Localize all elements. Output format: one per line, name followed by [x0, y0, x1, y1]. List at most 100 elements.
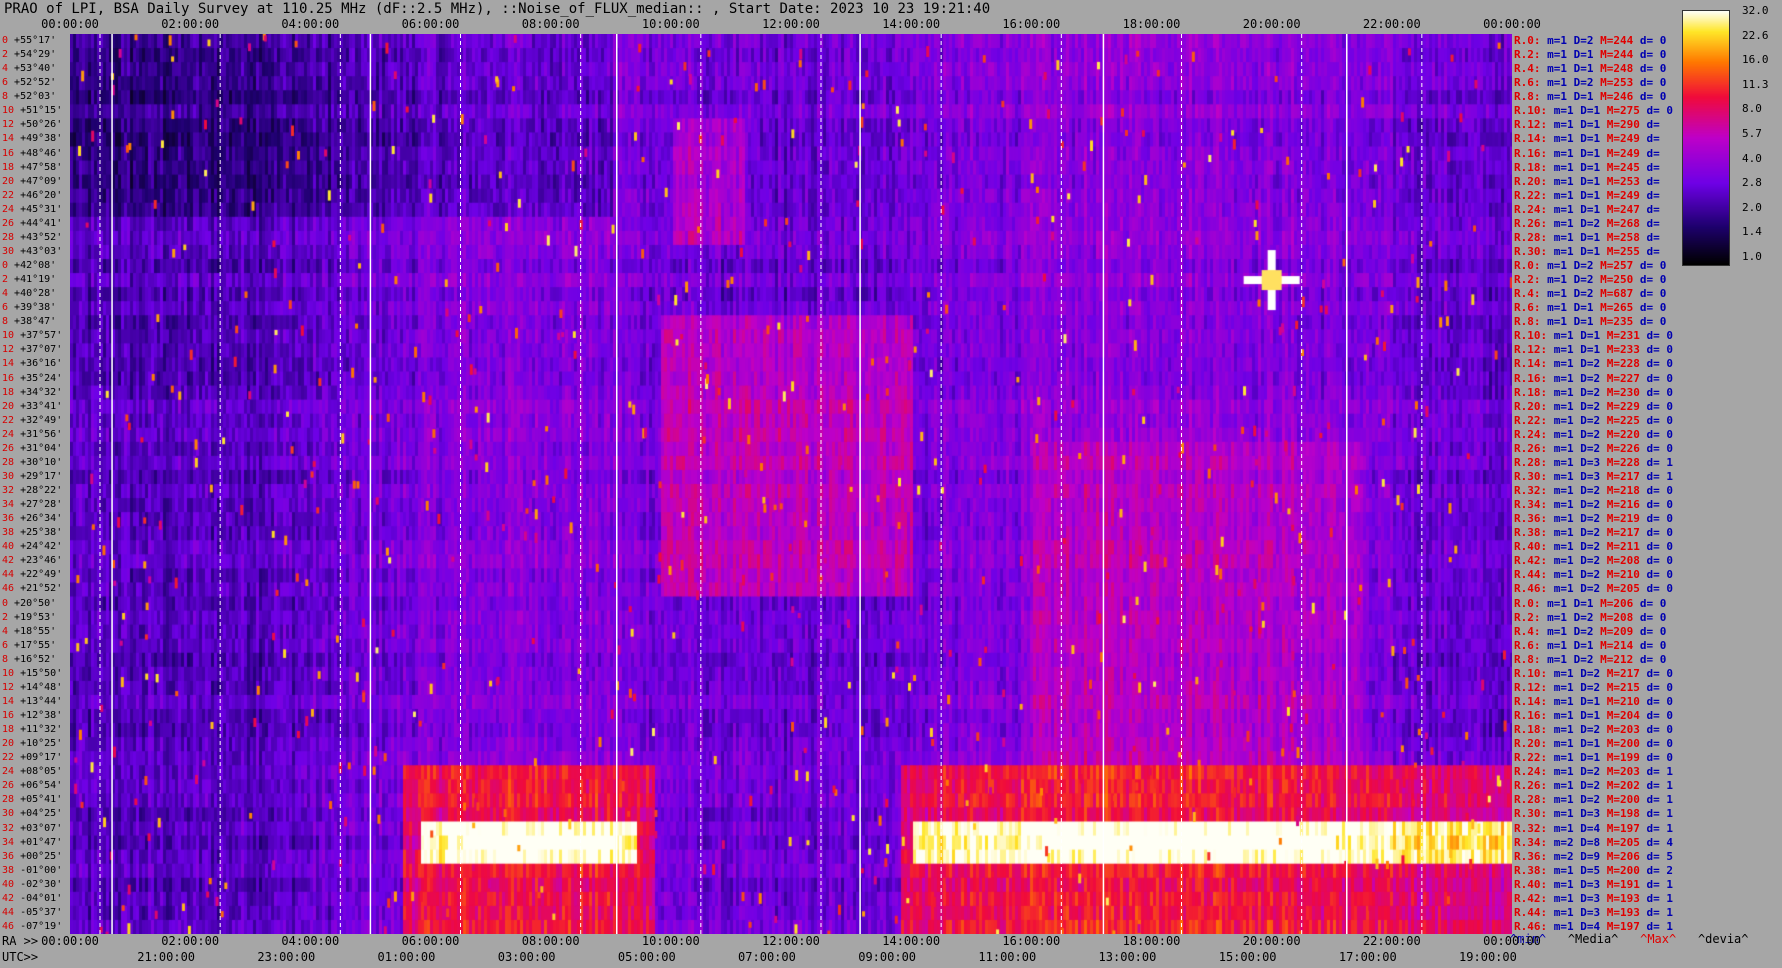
dec-label: 10 +51°15' — [2, 105, 62, 117]
row-index: 24 — [2, 766, 15, 778]
row-declination: +54°29' — [8, 49, 57, 61]
row-declination: +19°53' — [8, 611, 57, 623]
row-index: 18 — [2, 724, 15, 736]
row-declination: +01°47' — [14, 836, 63, 848]
legend-devia: ^devia^ — [1697, 932, 1749, 946]
row-index: 24 — [2, 428, 15, 440]
row-stat: R.14: m=1 D=1 M=210 d= 0 — [1514, 694, 1673, 708]
row-declination: +55°17' — [8, 35, 57, 47]
row-stat: R.22: m=1 D=1 M=249 d= — [1514, 188, 1660, 202]
dec-label: 16 +35°24' — [2, 373, 62, 385]
row-stat: R.30: m=1 D=3 M=217 d= 1 — [1514, 469, 1673, 483]
row-stat: R.8: m=1 D=1 M=235 d= 0 — [1514, 315, 1667, 329]
utc-axis-tick: 09:00:00 — [858, 950, 917, 964]
row-stat: R.8: m=1 D=1 M=246 d= 0 — [1514, 90, 1667, 104]
utc-axis-tick: 03:00:00 — [497, 950, 556, 964]
row-stat: R.2: m=1 D=1 M=244 d= 0 — [1514, 48, 1667, 62]
row-index: 24 — [2, 203, 15, 215]
dec-label: 38 +25°38' — [2, 527, 62, 539]
row-index: 10 — [2, 105, 15, 117]
row-stat: R.24: m=1 D=2 M=203 d= 1 — [1514, 765, 1673, 779]
dec-label: 20 +47°09' — [2, 176, 62, 188]
dec-label: 26 +44°41' — [2, 218, 62, 230]
dec-label: 24 +31°56' — [2, 429, 62, 441]
row-declination: +47°58' — [14, 161, 63, 173]
colorbar-tick: 32.0 — [1742, 4, 1769, 17]
row-index: 40 — [2, 878, 15, 890]
colorbar-tick: 2.0 — [1742, 200, 1762, 214]
dec-label: 32 +28°22' — [2, 485, 62, 497]
dec-label: 12 +50°26' — [2, 119, 62, 131]
utc-axis-tick: 01:00:00 — [377, 950, 436, 964]
row-declination: +33°41' — [14, 400, 63, 412]
row-declination: +32°49' — [14, 414, 63, 426]
row-stat: R.20: m=1 D=1 M=200 d= 0 — [1514, 737, 1673, 751]
ra-axis-prefix: RA >> — [2, 934, 39, 948]
row-stat: R.42: m=1 D=2 M=208 d= 0 — [1514, 554, 1673, 568]
row-stat: R.4: m=1 D=2 M=687 d= 0 — [1514, 287, 1667, 301]
row-declination: +52°03' — [8, 91, 57, 103]
row-declination: +24°42' — [14, 541, 63, 553]
dec-label: 8 +38°47' — [2, 316, 56, 328]
row-index: 46 — [2, 583, 15, 595]
ra-axis-tick: 18:00:00 — [1122, 934, 1181, 948]
row-declination: +53°40' — [8, 63, 57, 75]
row-declination: +43°52' — [14, 231, 63, 243]
row-stat: R.18: m=1 D=1 M=245 d= — [1514, 160, 1660, 174]
row-index: 26 — [2, 780, 15, 792]
row-declination: +17°55' — [8, 639, 57, 651]
row-stat: R.22: m=1 D=2 M=225 d= 0 — [1514, 413, 1673, 427]
utc-axis-tick: 07:00:00 — [738, 950, 796, 964]
row-index: 12 — [2, 119, 15, 131]
dec-label: 4 +40°28' — [2, 288, 56, 300]
row-stat: R.20: m=1 D=2 M=229 d= 0 — [1514, 399, 1673, 413]
row-declination: +28°22' — [14, 485, 63, 497]
row-index: 32 — [2, 822, 15, 834]
top-axis-tick: 22:00:00 — [1362, 17, 1421, 31]
row-declination: +08°05' — [14, 766, 63, 778]
row-stat: R.10: m=1 D=1 M=275 d= 0 — [1514, 104, 1673, 118]
dec-label: 2 +54°29' — [2, 49, 56, 61]
row-stat: R.18: m=1 D=2 M=230 d= 0 — [1514, 385, 1673, 399]
row-index: 20 — [2, 175, 15, 187]
row-stat: R.34: m=1 D=2 M=216 d= 0 — [1514, 498, 1673, 512]
dec-label: 44 -05°37' — [2, 907, 62, 919]
row-index: 36 — [2, 513, 15, 525]
row-index: 18 — [2, 386, 15, 398]
dec-label: 28 +30°10' — [2, 457, 62, 469]
row-declination: +50°26' — [14, 119, 63, 131]
row-declination: +35°24' — [14, 372, 63, 384]
row-declination: -04°01' — [14, 892, 63, 904]
dec-label: 6 +52°52' — [2, 77, 56, 89]
row-declination: +23°46' — [14, 555, 63, 567]
row-declination: +00°25' — [14, 850, 63, 862]
row-stat: R.14: m=1 D=2 M=228 d= 0 — [1514, 357, 1673, 371]
utc-axis-tick: 05:00:00 — [617, 950, 676, 964]
row-stat: R.4: m=1 D=2 M=209 d= 0 — [1514, 624, 1667, 638]
row-stat: R.12: m=1 D=2 M=215 d= 0 — [1514, 680, 1673, 694]
dec-label: 42 +23°46' — [2, 555, 62, 567]
row-declination: +15°50' — [14, 667, 63, 679]
row-declination: +21°52' — [14, 583, 63, 595]
top-axis-tick: 16:00:00 — [1002, 17, 1061, 31]
row-declination: +41°19' — [8, 274, 57, 286]
row-stat: R.30: m=1 D=1 M=255 d= — [1514, 244, 1660, 258]
row-index: 26 — [2, 442, 15, 454]
dec-label: 12 +14°48' — [2, 682, 62, 694]
row-stat: R.32: m=1 D=2 M=218 d= 0 — [1514, 484, 1673, 498]
row-index: 42 — [2, 892, 15, 904]
top-axis-tick: 00:00:00 — [41, 17, 99, 31]
row-stat: R.10: m=1 D=1 M=231 d= 0 — [1514, 329, 1673, 343]
row-stat: R.14: m=1 D=1 M=249 d= — [1514, 132, 1660, 146]
dec-label: 22 +46°20' — [2, 190, 62, 202]
row-declination: +34°32' — [14, 386, 63, 398]
dec-label: 40 -02°30' — [2, 879, 62, 891]
row-stat: R.24: m=1 D=1 M=247 d= — [1514, 202, 1660, 216]
dec-label: 2 +19°53' — [2, 612, 56, 624]
row-declination: +20°50' — [8, 597, 57, 609]
row-declination: +40°28' — [8, 288, 57, 300]
dec-label: 0 +55°17' — [2, 35, 56, 47]
dec-label: 4 +53°40' — [2, 63, 56, 75]
row-declination: +36°16' — [14, 358, 63, 370]
ra-axis-tick: 06:00:00 — [401, 934, 460, 948]
